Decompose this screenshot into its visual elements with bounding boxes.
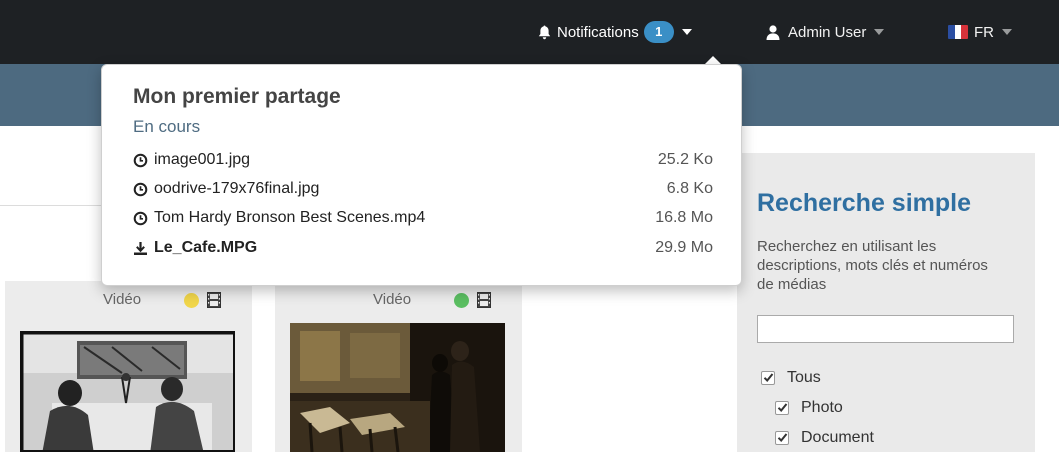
notifications-count-badge: 1	[643, 21, 674, 43]
file-size: 6.8 Ko	[666, 180, 713, 197]
file-name: Tom Hardy Bronson Best Scenes.mp4	[154, 209, 426, 226]
language-menu[interactable]: FR	[948, 0, 1012, 64]
search-panel: Recherche simple Recherchez en utilisant…	[737, 153, 1035, 452]
checkbox[interactable]	[775, 401, 789, 415]
film-icon	[477, 292, 491, 308]
checkmark-icon	[777, 403, 788, 412]
notifications-dropdown: Mon premier partage En cours image001.jp…	[101, 64, 742, 286]
filter-checkbox-photo[interactable]: Photo	[775, 399, 843, 417]
user-icon	[766, 24, 780, 40]
caret-down-icon	[681, 29, 692, 35]
media-type-label: Vidéo	[373, 291, 412, 308]
checkmark-icon	[777, 433, 788, 442]
checkbox[interactable]	[775, 431, 789, 445]
file-name: Le_Cafe.MPG	[154, 239, 258, 256]
checkmark-icon	[763, 373, 774, 382]
search-title: Recherche simple	[757, 189, 971, 217]
clock-icon	[133, 182, 148, 196]
language-label: FR	[974, 23, 994, 41]
video-thumbnail[interactable]	[290, 323, 505, 452]
clock-icon	[133, 153, 148, 167]
filter-label: Document	[801, 429, 874, 446]
file-size: 29.9 Mo	[655, 239, 713, 256]
filter-label: Tous	[787, 369, 821, 386]
video-thumbnail[interactable]	[20, 331, 235, 452]
caret-down-icon	[874, 29, 885, 35]
upload-icon	[134, 241, 147, 255]
filter-label: Photo	[801, 399, 843, 416]
top-navbar: Notifications 1 Admin User FR	[0, 0, 1059, 64]
film-icon	[207, 292, 221, 308]
media-card[interactable]: Vidéo	[275, 281, 522, 452]
file-row[interactable]: Le_Cafe.MPG 29.9 Mo	[133, 237, 713, 259]
file-row[interactable]: Tom Hardy Bronson Best Scenes.mp4 16.8 M…	[133, 207, 713, 229]
media-type-label: Vidéo	[103, 291, 142, 308]
share-title[interactable]: Mon premier partage	[133, 85, 341, 109]
checkbox[interactable]	[761, 371, 775, 385]
clock-icon	[133, 211, 148, 225]
french-flag-icon	[948, 25, 968, 39]
file-row[interactable]: oodrive-179x76final.jpg 6.8 Ko	[133, 178, 713, 200]
status-indicator	[184, 293, 199, 308]
filter-checkbox-document[interactable]: Document	[775, 429, 874, 447]
user-name: Admin User	[788, 23, 867, 41]
share-status: En cours	[133, 117, 201, 136]
search-input[interactable]	[757, 315, 1014, 343]
status-indicator	[454, 293, 469, 308]
file-size: 16.8 Mo	[655, 209, 713, 226]
bell-icon	[538, 25, 551, 39]
file-size: 25.2 Ko	[657, 151, 713, 168]
user-menu[interactable]: Admin User	[766, 0, 885, 64]
search-description: Recherchez en utilisant les descriptions…	[757, 238, 988, 293]
file-row[interactable]: image001.jpg 25.2 Ko	[133, 149, 713, 171]
file-name: image001.jpg	[154, 151, 251, 168]
media-card[interactable]: Vidéo	[5, 281, 252, 452]
notifications-label: Notifications	[557, 23, 639, 41]
file-name: oodrive-179x76final.jpg	[154, 180, 320, 197]
filter-checkbox-all[interactable]: Tous	[761, 369, 821, 387]
notifications-menu[interactable]: Notifications 1	[538, 0, 692, 64]
caret-down-icon	[1002, 29, 1012, 35]
